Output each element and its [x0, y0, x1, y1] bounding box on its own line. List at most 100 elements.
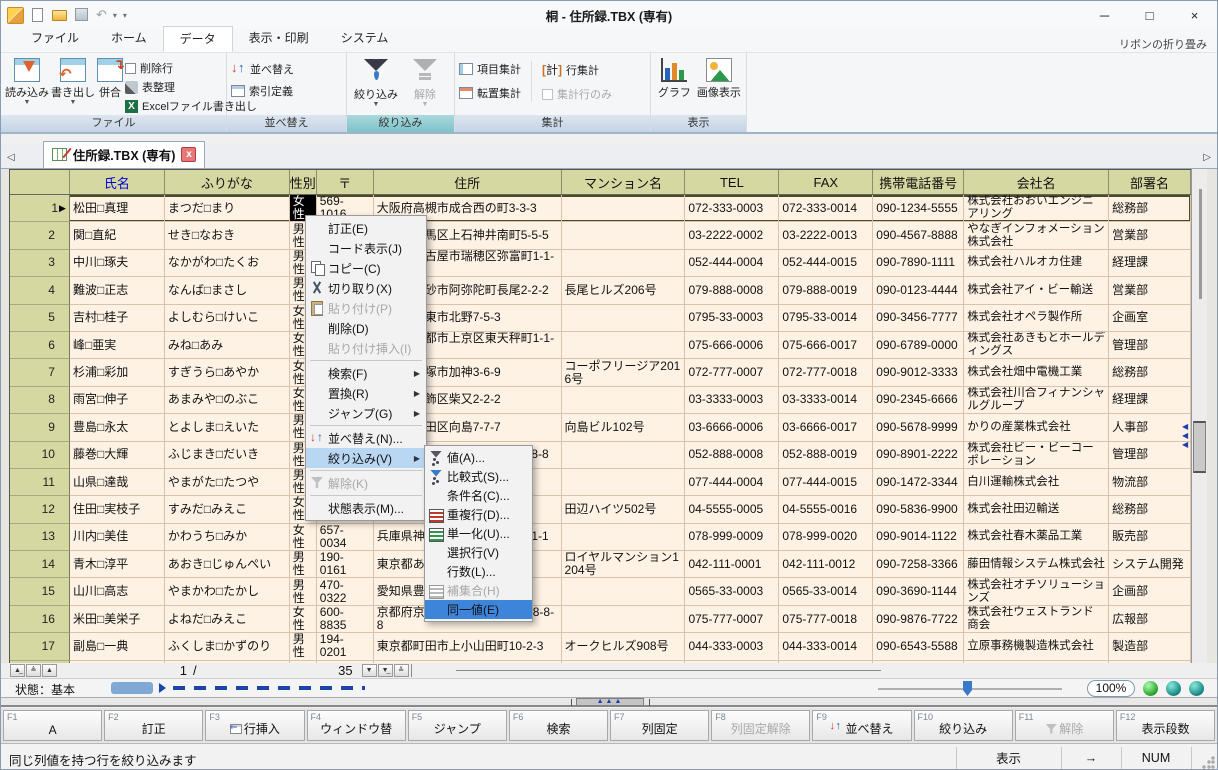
cell[interactable]: 04-5555-0005 — [685, 496, 779, 523]
cell[interactable]: 立原事務機製造株式会社 — [964, 633, 1109, 660]
fkey-f1-button[interactable]: F1A — [3, 710, 102, 741]
transpose-aggregate-button[interactable]: 転置集計 — [459, 85, 521, 101]
cell[interactable]: 吉村□桂子 — [70, 305, 165, 332]
aggregate-rows-only-checkbox[interactable]: 集計行のみ — [542, 86, 612, 102]
cell[interactable]: 男性 — [290, 633, 317, 660]
cell[interactable]: 営業部 — [1109, 277, 1191, 304]
tab-close-icon[interactable]: x — [181, 147, 196, 162]
cell[interactable]: 関□直紀 — [70, 222, 165, 249]
horizontal-scroll-track[interactable] — [456, 670, 881, 671]
save-icon[interactable] — [74, 7, 90, 23]
ribbon-tab-1[interactable]: ホーム — [95, 26, 163, 52]
filter-submenu-item-1[interactable]: 比較式(S)... — [425, 467, 532, 486]
row-number[interactable]: 13 — [10, 524, 70, 551]
filter-clear-button[interactable]: 解除▼ — [403, 56, 447, 108]
cell[interactable] — [562, 469, 686, 496]
cell[interactable]: 0795-33-0003 — [685, 305, 779, 332]
cell[interactable]: 042-111-0012 — [779, 551, 873, 578]
zoom-slider-thumb[interactable] — [963, 681, 972, 696]
cell[interactable]: 072-777-0007 — [685, 359, 779, 386]
column-header-2[interactable]: ふりがな — [165, 170, 290, 194]
column-header-1[interactable]: 氏名 — [70, 170, 165, 194]
cell[interactable]: 経理課 — [1109, 250, 1191, 277]
cell[interactable]: みね□あみ — [165, 332, 290, 359]
cell[interactable]: 株式会社ウェストランド商会 — [964, 606, 1109, 633]
cell[interactable]: 株式会社オチソリューションズ — [964, 578, 1109, 605]
context-menu-item-12[interactable]: 解除(K) — [306, 473, 426, 493]
cell[interactable]: ふくしま□かずのり — [165, 633, 290, 660]
fkey-f5-button[interactable]: F5ジャンプ — [408, 710, 507, 741]
image-view-button[interactable]: 画像表示 — [696, 56, 742, 100]
cell[interactable]: 03-3333-0003 — [685, 387, 779, 414]
cell[interactable]: 長尾ヒルズ206号 — [562, 277, 686, 304]
cell[interactable]: 090-4567-8888 — [873, 222, 964, 249]
cell[interactable]: 株式会社アイ・ビー輸送 — [964, 277, 1109, 304]
row-number[interactable]: 12 — [10, 496, 70, 523]
filter-submenu-item-6[interactable]: 行数(L)... — [425, 562, 532, 581]
filter-submenu-item-2[interactable]: 条件名(C)... — [425, 486, 532, 505]
cell[interactable]: 072-333-0014 — [779, 195, 873, 222]
row-number[interactable]: 6 — [10, 332, 70, 359]
cell[interactable] — [562, 222, 686, 249]
open-folder-icon[interactable] — [52, 7, 68, 23]
cell[interactable]: 管理部 — [1109, 442, 1191, 469]
cell[interactable]: 杉浦□彩加 — [70, 359, 165, 386]
cell[interactable]: 090-5678-9999 — [873, 414, 964, 441]
ribbon-tab-0[interactable]: ファイル — [15, 26, 95, 52]
column-header-5[interactable]: 住所 — [374, 170, 562, 194]
ribbon-tab-2[interactable]: データ — [163, 26, 233, 52]
context-menu-item-0[interactable]: 訂正(E) — [306, 218, 426, 238]
cell[interactable]: 販売部 — [1109, 524, 1191, 551]
cell[interactable]: 03-6666-0017 — [779, 414, 873, 441]
close-button[interactable]: × — [1172, 1, 1217, 29]
cell[interactable]: 製造部 — [1109, 633, 1191, 660]
cell[interactable] — [562, 195, 686, 222]
qat-customize-icon[interactable]: ▾ — [123, 11, 127, 20]
cell[interactable]: 072-777-0018 — [779, 359, 873, 386]
cell[interactable]: 株式会社おおいエンジニアリング — [964, 195, 1109, 222]
vertical-scroll-thumb[interactable] — [1193, 421, 1206, 473]
filter-submenu-item-8[interactable]: 同一値(E) — [425, 600, 532, 619]
cell[interactable]: 090-6543-5588 — [873, 633, 964, 660]
cell[interactable]: 株式会社田辺輸送 — [964, 496, 1109, 523]
cell[interactable]: 男性 — [290, 578, 317, 605]
cell[interactable]: 東京都町田市上小山田町10-2-3 — [374, 633, 562, 660]
column-header-7[interactable]: TEL — [685, 170, 779, 194]
context-menu-item-13[interactable]: 状態表示(M)... — [306, 498, 426, 518]
row-up-button[interactable]: ▲ — [42, 664, 57, 677]
context-menu-item-6[interactable]: 貼り付け挿入(I) — [306, 338, 426, 358]
context-menu-item-2[interactable]: コピー(C) — [306, 258, 426, 278]
fkey-f12-button[interactable]: F12表示段数 — [1116, 710, 1215, 741]
undo-dropdown-icon[interactable]: ▾ — [113, 11, 117, 20]
context-menu-item-7[interactable]: 検索(F)▶ — [306, 363, 426, 383]
filter-submenu-item-3[interactable]: 重複行(D)... — [425, 505, 532, 524]
cell[interactable]: 657-0034 — [317, 524, 374, 551]
cell[interactable]: あまみや□のぶこ — [165, 387, 290, 414]
cell[interactable]: 075-777-0007 — [685, 606, 779, 633]
row-number[interactable]: 16 — [10, 606, 70, 633]
horizontal-scrollbar[interactable]: ▲▲▲ — [1, 697, 1217, 707]
undo-icon[interactable]: ↶ — [96, 7, 107, 23]
page-down-button[interactable]: ▼̲ — [378, 664, 393, 677]
context-menu-item-11[interactable]: 絞り込み(V)▶ — [306, 448, 426, 468]
fkey-f2-button[interactable]: F2訂正 — [104, 710, 203, 741]
cell[interactable]: よしむら□けいこ — [165, 305, 290, 332]
cell[interactable] — [562, 332, 686, 359]
cell[interactable]: 090-9876-7722 — [873, 606, 964, 633]
cell[interactable] — [562, 305, 686, 332]
fkey-f3-button[interactable]: F3行挿入 — [205, 710, 304, 741]
cell[interactable]: 052-888-0008 — [685, 442, 779, 469]
cell[interactable]: 山川□高志 — [70, 578, 165, 605]
cell[interactable]: 経理課 — [1109, 387, 1191, 414]
fkey-f9-button[interactable]: F9並べ替え — [812, 710, 911, 741]
cell[interactable]: やまがた□たつや — [165, 469, 290, 496]
cell[interactable]: 042-111-0001 — [685, 551, 779, 578]
cell[interactable]: 藤田情報システム株式会社 — [964, 551, 1109, 578]
cell[interactable]: あおき□じゅんぺい — [165, 551, 290, 578]
horizontal-scroll-thumb[interactable]: ▲▲▲ — [576, 698, 644, 706]
cell[interactable] — [562, 442, 686, 469]
graph-button[interactable]: グラフ — [655, 56, 694, 100]
cell[interactable]: 人事部 — [1109, 414, 1191, 441]
cell[interactable]: 総務部 — [1109, 195, 1191, 222]
cell[interactable]: すぎうら□あやか — [165, 359, 290, 386]
